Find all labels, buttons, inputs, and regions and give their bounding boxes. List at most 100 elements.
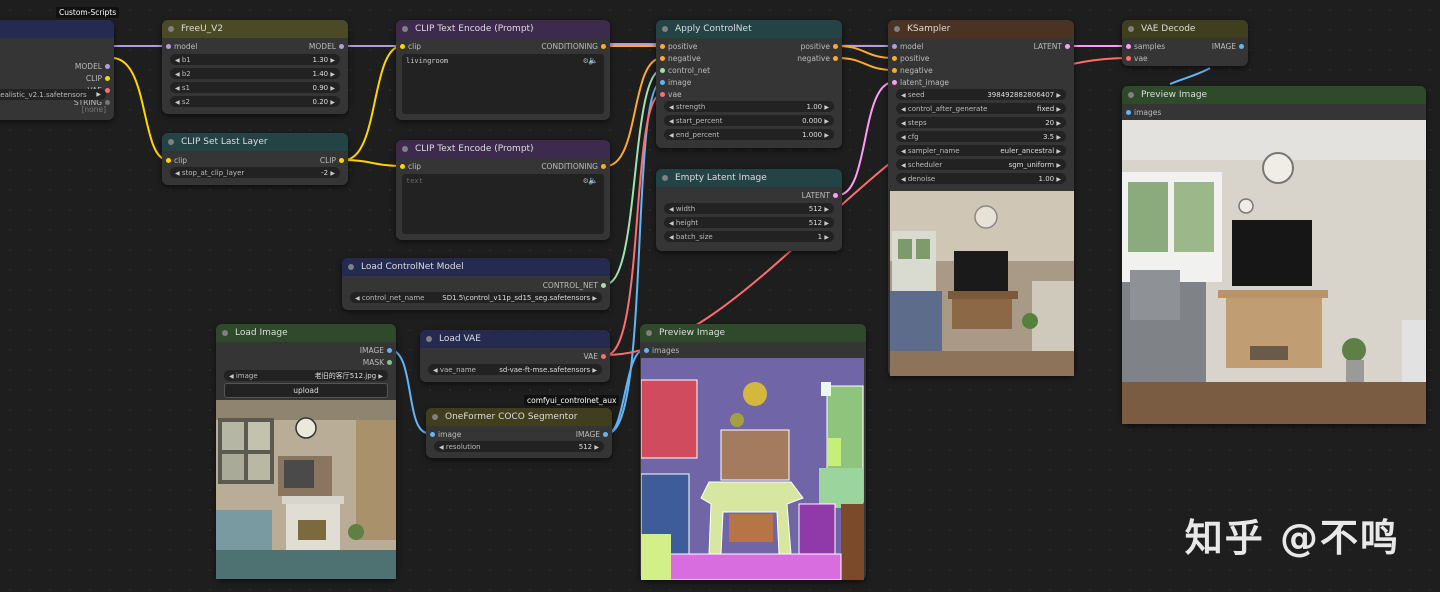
input-images[interactable]: images xyxy=(640,344,679,356)
output-latent[interactable]: LATENT xyxy=(802,189,842,201)
input-vae[interactable]: vae xyxy=(656,88,682,100)
vae-name-select[interactable]: ◀ vae_name sd-vae-ft-mse.safetensors ▶ xyxy=(428,364,602,375)
widget-seed[interactable]: ◀ seed 398492882806407 ▶ xyxy=(896,89,1066,100)
socket-clip[interactable] xyxy=(400,163,405,169)
input-positive[interactable]: positive xyxy=(656,40,697,52)
widget-denoise[interactable]: ◀ denoise 1.00 ▶ xyxy=(896,173,1066,184)
socket-model[interactable] xyxy=(105,63,110,69)
arrow-left-icon[interactable]: ◀ xyxy=(669,206,674,213)
node-header[interactable]: CLIP Text Encode (Prompt) xyxy=(396,140,610,158)
node-load-image[interactable]: Load Image IMAGE MASK ◀ image 老旧的客厅512.jp… xyxy=(216,324,396,579)
output-image[interactable]: IMAGE xyxy=(360,344,396,356)
socket-conditioning[interactable] xyxy=(660,43,665,49)
ckpt-name-select[interactable]: tRealistic_v2.1.safetensors ▶ xyxy=(0,89,106,100)
node-header[interactable]: Preview Image xyxy=(640,324,866,342)
node-header[interactable]: OneFormer COCO Segmentor xyxy=(426,408,612,426)
prompt-textarea[interactable]: livingroom ⚙🔈 xyxy=(402,54,604,114)
input-images[interactable]: images xyxy=(1122,106,1161,118)
input-clip[interactable]: clip xyxy=(162,154,187,166)
socket-conditioning[interactable] xyxy=(892,55,897,61)
node-preview-image-segmentation[interactable]: Preview Image images xyxy=(640,324,866,580)
input-negative[interactable]: negative xyxy=(656,52,701,64)
input-clip[interactable]: clip xyxy=(396,160,421,172)
arrow-left-icon[interactable]: ◀ xyxy=(669,118,674,125)
collapse-dot-icon[interactable] xyxy=(646,330,652,336)
node-apply-controlnet[interactable]: Apply ControlNet positive negative contr… xyxy=(656,20,842,148)
node-header[interactable]: VAE Decode xyxy=(1122,20,1248,38)
socket-conditioning[interactable] xyxy=(892,67,897,73)
widget-start-percent[interactable]: ◀ start_percent 0.000 ▶ xyxy=(664,115,834,126)
node-header[interactable]: Load Image xyxy=(216,324,396,342)
collapse-dot-icon[interactable] xyxy=(168,139,174,145)
widget-s1[interactable]: ◀ s1 0.90 ▶ xyxy=(170,82,340,93)
widget-end-percent[interactable]: ◀ end_percent 1.000 ▶ xyxy=(664,129,834,140)
output-model[interactable]: MODEL xyxy=(309,40,348,52)
arrow-right-icon[interactable]: ▶ xyxy=(378,373,383,380)
arrow-left-icon[interactable]: ◀ xyxy=(901,176,906,183)
node-header[interactable]: Load ControlNet Model xyxy=(342,258,610,276)
arrow-left-icon[interactable]: ◀ xyxy=(669,132,674,139)
node-header[interactable] xyxy=(0,20,114,38)
arrow-right-icon[interactable]: ▶ xyxy=(1056,106,1061,113)
socket-conditioning[interactable] xyxy=(833,43,838,49)
output-image[interactable]: IMAGE xyxy=(1212,40,1248,52)
socket-image[interactable] xyxy=(430,431,435,437)
widget-stop-at-clip-layer[interactable]: ◀ stop_at_clip_layer -2 ▶ xyxy=(170,167,340,178)
arrow-right-icon[interactable]: ▶ xyxy=(330,71,335,78)
node-header[interactable]: KSampler xyxy=(888,20,1074,38)
arrow-left-icon[interactable]: ◀ xyxy=(901,162,906,169)
socket-clip[interactable] xyxy=(400,43,405,49)
socket-image[interactable] xyxy=(660,79,665,85)
node-header[interactable]: Preview Image xyxy=(1122,86,1426,104)
collapse-dot-icon[interactable] xyxy=(432,414,438,420)
arrow-left-icon[interactable]: ◀ xyxy=(669,104,674,111)
input-model[interactable]: model xyxy=(162,40,197,52)
socket-vae[interactable] xyxy=(1126,55,1131,61)
prompt-textarea[interactable]: text ⚙🔈 xyxy=(402,174,604,234)
arrow-right-icon[interactable]: ▶ xyxy=(330,85,335,92)
socket-clip[interactable] xyxy=(166,157,171,163)
collapse-dot-icon[interactable] xyxy=(402,26,408,32)
output-mask[interactable]: MASK xyxy=(363,356,396,368)
input-samples[interactable]: samples xyxy=(1122,40,1165,52)
collapse-dot-icon[interactable] xyxy=(348,264,354,270)
widget-batch-size[interactable]: ◀ batch_size 1 ▶ xyxy=(664,231,834,242)
arrow-left-icon[interactable]: ◀ xyxy=(901,148,906,155)
collapse-dot-icon[interactable] xyxy=(168,26,174,32)
arrow-left-icon[interactable]: ◀ xyxy=(175,85,180,92)
arrow-right-icon[interactable]: ▶ xyxy=(1056,176,1061,183)
node-clip-text-encode-negative[interactable]: CLIP Text Encode (Prompt) clip CONDITION… xyxy=(396,140,610,240)
socket-latent[interactable] xyxy=(833,192,838,198)
input-image[interactable]: image xyxy=(656,76,691,88)
widget-strength[interactable]: ◀ strength 1.00 ▶ xyxy=(664,101,834,112)
socket-conditioning[interactable] xyxy=(601,163,606,169)
input-clip[interactable]: clip xyxy=(396,40,421,52)
input-vae[interactable]: vae xyxy=(1122,52,1148,64)
socket-conditioning[interactable] xyxy=(601,43,606,49)
input-model[interactable]: model xyxy=(888,40,923,52)
input-control-net[interactable]: control_net xyxy=(656,64,710,76)
socket-latent[interactable] xyxy=(1126,43,1131,49)
node-header[interactable]: CLIP Set Last Layer xyxy=(162,133,348,151)
arrow-right-icon[interactable]: ▶ xyxy=(1056,148,1061,155)
settings-speaker-icon[interactable]: ⚙🔈 xyxy=(583,56,598,65)
socket-latent[interactable] xyxy=(892,79,897,85)
node-freeu-v2[interactable]: FreeU_V2 model MODEL ◀ b1 1.30 ▶ ◀ b2 1.40… xyxy=(162,20,348,114)
arrow-left-icon[interactable]: ◀ xyxy=(355,295,360,302)
arrow-left-icon[interactable]: ◀ xyxy=(175,57,180,64)
widget-b1[interactable]: ◀ b1 1.30 ▶ xyxy=(170,54,340,65)
socket-clip[interactable] xyxy=(339,157,344,163)
socket-image[interactable] xyxy=(1126,109,1131,115)
settings-speaker-icon[interactable]: ⚙🔈 xyxy=(583,176,598,185)
socket-latent[interactable] xyxy=(1065,43,1070,49)
node-checkpoint-loader[interactable]: MODEL CLIP VAE STRING tRealistic_v2.1.sa… xyxy=(0,20,114,120)
arrow-left-icon[interactable]: ◀ xyxy=(433,367,438,374)
socket-vae[interactable] xyxy=(105,87,110,93)
output-positive[interactable]: positive xyxy=(801,40,842,52)
output-clip[interactable]: CLIP xyxy=(86,72,114,84)
collapse-dot-icon[interactable] xyxy=(662,26,668,32)
output-conditioning[interactable]: CONDITIONING xyxy=(541,160,610,172)
arrow-right-icon[interactable]: ▶ xyxy=(1056,120,1061,127)
output-conditioning[interactable]: CONDITIONING xyxy=(541,40,610,52)
widget-scheduler[interactable]: ◀ scheduler sgm_uniform ▶ xyxy=(896,159,1066,170)
